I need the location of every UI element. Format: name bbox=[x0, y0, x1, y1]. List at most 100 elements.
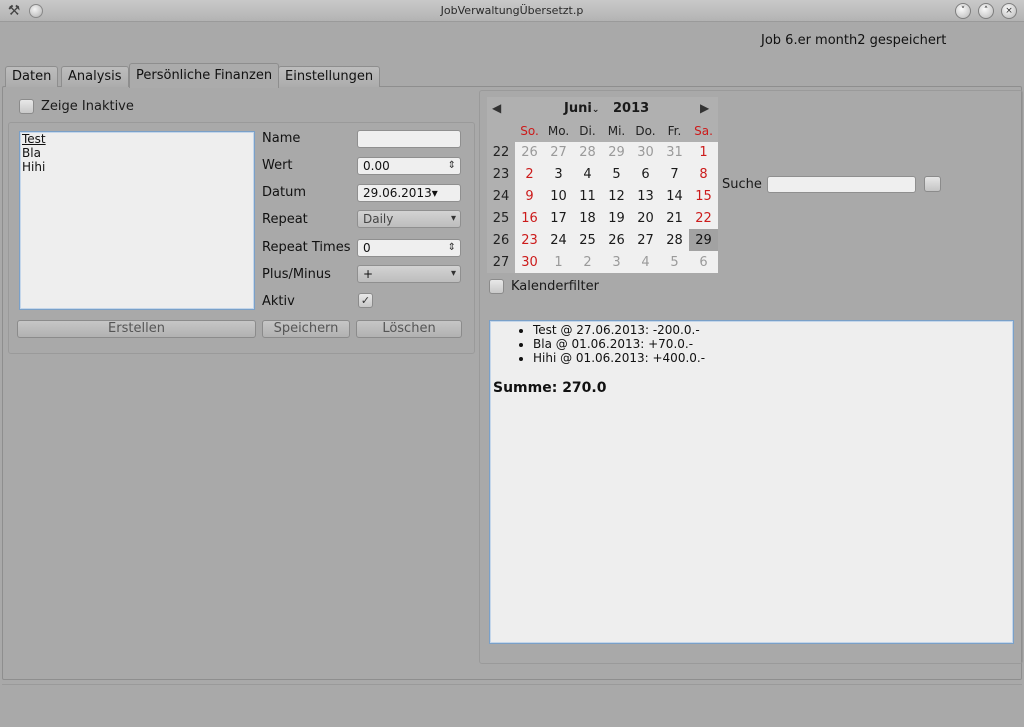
calendar-day[interactable]: 23 bbox=[515, 229, 544, 251]
list-item: Bla @ 01.06.2013: +70.0.- bbox=[533, 337, 1013, 351]
search-input[interactable] bbox=[767, 176, 916, 193]
aktiv-label: Aktiv bbox=[262, 294, 295, 309]
calendar-day[interactable]: 3 bbox=[544, 164, 573, 186]
calendar-day[interactable]: 31 bbox=[660, 142, 689, 164]
calendar-day[interactable]: 7 bbox=[660, 164, 689, 186]
repeat-select[interactable]: Daily ▾ bbox=[357, 210, 461, 228]
calendar-day[interactable]: 28 bbox=[660, 229, 689, 251]
calendar-day[interactable]: 22 bbox=[689, 207, 718, 229]
calendar-filter-label: Kalenderfilter bbox=[511, 279, 599, 294]
calendar-day[interactable]: 5 bbox=[602, 164, 631, 186]
weekday-header: Mi. bbox=[602, 120, 631, 142]
calendar-day[interactable]: 4 bbox=[573, 164, 602, 186]
calendar-day[interactable]: 16 bbox=[515, 207, 544, 229]
calendar-day[interactable]: 2 bbox=[573, 251, 602, 273]
calendar-day[interactable]: 24 bbox=[544, 229, 573, 251]
calendar-header bbox=[487, 97, 718, 120]
tab-daten[interactable]: Daten bbox=[5, 66, 59, 87]
status-message: Job 6.er month2 gespeichert bbox=[761, 33, 947, 48]
week-number: 23 bbox=[487, 163, 515, 186]
weekday-header: Sa. bbox=[689, 120, 718, 142]
calendar-day[interactable]: 20 bbox=[631, 207, 660, 229]
list-item[interactable]: Hihi bbox=[22, 160, 252, 174]
aktiv-checkbox[interactable]: ✓ bbox=[358, 293, 373, 308]
list-item[interactable]: Bla bbox=[22, 146, 252, 160]
calendar-day[interactable]: 30 bbox=[515, 251, 544, 273]
spin-arrows-icon[interactable]: ⇕ bbox=[448, 158, 456, 174]
calendar-day[interactable]: 15 bbox=[689, 186, 718, 208]
calendar-day[interactable]: 29 bbox=[602, 142, 631, 164]
maximize-button[interactable]: ˄ bbox=[978, 3, 994, 19]
weekday-header: So. bbox=[515, 120, 544, 142]
chevron-down-icon[interactable]: ▾ bbox=[432, 186, 438, 200]
calendar-day[interactable]: 21 bbox=[660, 207, 689, 229]
calendar-year[interactable]: 2013 bbox=[613, 101, 649, 116]
calendar-day[interactable]: 27 bbox=[631, 229, 660, 251]
create-button[interactable]: Erstellen bbox=[17, 320, 256, 338]
calendar-day[interactable]: 27 bbox=[544, 142, 573, 164]
chevron-down-icon[interactable]: ▾ bbox=[451, 211, 456, 227]
calendar-day[interactable]: 3 bbox=[602, 251, 631, 273]
tab-persoenliche-finanzen[interactable]: Persönliche Finanzen bbox=[129, 63, 280, 88]
week-number: 25 bbox=[487, 207, 515, 230]
delete-button[interactable]: Löschen bbox=[356, 320, 462, 338]
list-item[interactable]: Test bbox=[22, 132, 252, 146]
calendar-day[interactable]: 1 bbox=[689, 142, 718, 164]
search-button[interactable] bbox=[924, 176, 941, 192]
calendar-day[interactable]: 30 bbox=[631, 142, 660, 164]
calendar-day[interactable]: 13 bbox=[631, 186, 660, 208]
tab-analysis[interactable]: Analysis bbox=[61, 66, 129, 87]
calendar-corner bbox=[487, 120, 515, 142]
calendar-month: Juni bbox=[564, 101, 592, 116]
datum-date-field[interactable]: 29.06.2013▾ bbox=[357, 184, 461, 202]
calendar-day[interactable]: 1 bbox=[544, 251, 573, 273]
minimize-button[interactable]: ˅ bbox=[955, 3, 971, 19]
week-number: 27 bbox=[487, 251, 515, 273]
calendar-month-select[interactable]: Juni⌄ bbox=[564, 101, 599, 116]
calendar-day[interactable]: 18 bbox=[573, 207, 602, 229]
calendar-day[interactable]: 4 bbox=[631, 251, 660, 273]
repeat-times-spinbox[interactable]: 0 ⇕ bbox=[357, 239, 461, 257]
chevron-down-icon[interactable]: ▾ bbox=[451, 266, 456, 282]
calendar-day[interactable]: 19 bbox=[602, 207, 631, 229]
calendar-day[interactable]: 2 bbox=[515, 164, 544, 186]
show-inactive-label: Zeige Inaktive bbox=[41, 99, 134, 114]
calendar-day[interactable]: 6 bbox=[689, 251, 718, 273]
finance-list[interactable]: Test Bla Hihi bbox=[19, 131, 255, 310]
name-label: Name bbox=[262, 131, 301, 146]
calendar-day[interactable]: 25 bbox=[573, 229, 602, 251]
save-button[interactable]: Speichern bbox=[262, 320, 350, 338]
repeat-label: Repeat bbox=[262, 212, 308, 227]
plus-minus-select[interactable]: + ▾ bbox=[357, 265, 461, 283]
calendar-next-icon[interactable]: ▶ bbox=[700, 101, 709, 115]
calendar-day[interactable]: 9 bbox=[515, 186, 544, 208]
calendar-grid[interactable]: So. Mo. Di. Mi. Do. Fr. Sa. 22 26 27 28 29 30 31 1 23 2 3… bbox=[487, 120, 718, 273]
show-inactive-checkbox[interactable] bbox=[19, 99, 34, 114]
calendar-day[interactable]: 26 bbox=[602, 229, 631, 251]
datum-label: Datum bbox=[262, 185, 306, 200]
calendar-day[interactable]: 28 bbox=[573, 142, 602, 164]
name-field[interactable] bbox=[357, 130, 461, 148]
calendar-day[interactable]: 14 bbox=[660, 186, 689, 208]
calendar-day[interactable]: 12 bbox=[602, 186, 631, 208]
calendar-day[interactable]: 10 bbox=[544, 186, 573, 208]
calendar-day[interactable]: 17 bbox=[544, 207, 573, 229]
finance-output: Test @ 27.06.2013: -200.0.- Bla @ 01.06.… bbox=[489, 320, 1014, 644]
calendar-prev-icon[interactable]: ◀ bbox=[492, 101, 501, 115]
calendar-day[interactable]: 8 bbox=[689, 164, 718, 186]
calendar-day[interactable]: 29 bbox=[689, 229, 718, 252]
repeat-times-value: 0 bbox=[363, 241, 371, 255]
close-button[interactable]: × bbox=[1001, 3, 1017, 19]
spin-arrows-icon[interactable]: ⇕ bbox=[448, 240, 456, 256]
calendar-filter-checkbox[interactable] bbox=[489, 279, 504, 294]
chevron-down-icon: ⌄ bbox=[591, 105, 600, 115]
week-number: 24 bbox=[487, 185, 515, 208]
calendar-day[interactable]: 26 bbox=[515, 142, 544, 164]
calendar-day[interactable]: 6 bbox=[631, 164, 660, 186]
calendar-day[interactable]: 5 bbox=[660, 251, 689, 273]
calendar-day[interactable]: 11 bbox=[573, 186, 602, 208]
search-label: Suche bbox=[722, 177, 762, 192]
weekday-header: Di. bbox=[573, 120, 602, 142]
wert-spinbox[interactable]: 0.00 ⇕ bbox=[357, 157, 461, 175]
tab-einstellungen[interactable]: Einstellungen bbox=[278, 66, 381, 87]
